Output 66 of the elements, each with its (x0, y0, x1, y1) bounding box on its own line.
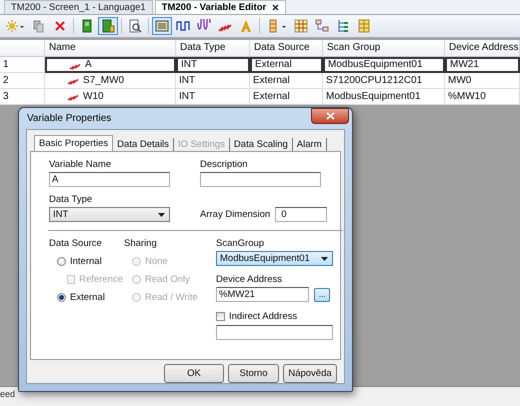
column-header[interactable]: Device Address (445, 40, 520, 57)
column-header[interactable]: Data Source (250, 40, 323, 57)
table-cell: ModbusEquipment01 (323, 57, 445, 73)
close-icon (326, 112, 334, 120)
table-cell: A (45, 57, 176, 73)
table-cell: MW0 (445, 73, 520, 89)
find-document-icon (128, 19, 142, 33)
ramp-icon (67, 92, 79, 101)
input-field[interactable]: 0 (275, 207, 327, 222)
checkbox[interactable]: Indirect Address (216, 311, 330, 322)
input-field[interactable]: %MW21 (216, 287, 310, 302)
field-label: Data Type (49, 194, 94, 205)
table-icon (357, 19, 371, 33)
table-cell: S7_MW0 (45, 73, 176, 89)
toolbar-button[interactable] (98, 17, 118, 35)
input-field[interactable]: A (49, 172, 170, 187)
radio-button[interactable]: External (49, 292, 123, 303)
dropdown[interactable]: INT (49, 207, 170, 222)
close-button[interactable] (311, 108, 349, 124)
status-text: eed (0, 389, 16, 399)
row-number: 1 (0, 57, 45, 73)
grid-icon (294, 19, 308, 33)
table-cell: External (250, 57, 323, 73)
text-tool-icon (239, 19, 253, 33)
toolbar-button[interactable] (152, 17, 172, 35)
dropdown[interactable]: ModbusEquipment01 (216, 251, 333, 266)
field-label: ScanGroup (216, 238, 266, 249)
list-view-icon (155, 19, 169, 33)
dialog-button[interactable]: Nápověda (283, 364, 337, 383)
field-label: Variable Name (49, 159, 112, 170)
square-wave-icon (176, 19, 190, 33)
copy-icon (32, 19, 46, 33)
wizard-icon (5, 19, 25, 33)
close-icon[interactable] (272, 4, 280, 11)
tree-icon (336, 19, 350, 33)
table-cell: External (250, 73, 323, 89)
sheet-icon (80, 19, 94, 33)
radio-button[interactable]: Internal (49, 256, 123, 267)
input-field[interactable] (200, 172, 321, 187)
caret-icon (321, 256, 328, 260)
delete-icon (53, 19, 67, 33)
dialog-tab[interactable]: Basic Properties (34, 135, 114, 151)
sheet-icon (101, 19, 115, 33)
table-cell: INT (176, 57, 250, 73)
editor-tab[interactable]: TM200 - Screen_1 - Language1 (4, 0, 153, 14)
input-field[interactable] (216, 325, 333, 340)
hierarchy-icon (315, 19, 329, 33)
dialog-title: Variable Properties (26, 113, 112, 124)
field-label: Device Address (216, 274, 284, 285)
dialog-button[interactable]: OK (164, 364, 224, 383)
row-number: 2 (0, 73, 45, 89)
column-header[interactable]: Scan Group (323, 40, 445, 57)
field-label: Array Dimension (200, 209, 270, 220)
caret-icon (158, 212, 165, 216)
editor-tab[interactable]: TM200 - Variable Editor (154, 0, 286, 14)
column-header[interactable]: Name (45, 40, 176, 57)
table-cell: S71200CPU1212C01 (323, 73, 445, 89)
ramp-icon (67, 76, 79, 85)
column-header[interactable]: Data Type (176, 40, 250, 57)
browse-button[interactable]: ... (314, 288, 330, 302)
field-label: Description (200, 159, 249, 170)
group-label: Data Source (49, 238, 103, 249)
table-cell: INT (176, 73, 250, 89)
table-cell: MW21 (445, 57, 520, 73)
dialog-button[interactable]: Storno (228, 364, 279, 383)
group-label: Sharing (124, 238, 158, 249)
